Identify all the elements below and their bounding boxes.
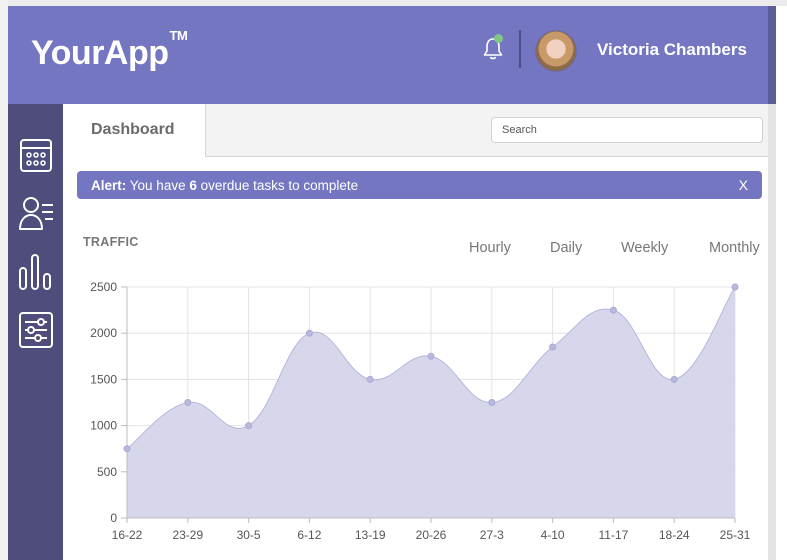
header-divider	[519, 30, 521, 68]
y-tick-label: 500	[97, 465, 117, 479]
y-tick-label: 1000	[90, 419, 117, 433]
y-tick-label: 2000	[90, 326, 117, 340]
period-daily[interactable]: Daily	[550, 240, 582, 256]
x-tick-label: 30-5	[237, 528, 261, 542]
window-frame-left	[0, 0, 8, 560]
x-tick-label: 16-22	[112, 528, 143, 542]
period-hourly[interactable]: Hourly	[469, 240, 511, 256]
alert-banner: Alert: You have 6 overdue tasks to compl…	[77, 171, 762, 199]
logo-text: YourApp	[31, 34, 169, 72]
x-tick-label: 20-26	[416, 528, 447, 542]
data-point	[670, 375, 678, 383]
data-point	[427, 352, 435, 360]
data-point	[731, 283, 739, 291]
alert-message: Alert: You have 6 overdue tasks to compl…	[91, 178, 358, 193]
sidebar	[8, 104, 63, 560]
x-tick-label: 6-12	[297, 528, 321, 542]
x-tick-label: 13-19	[355, 528, 386, 542]
x-tick-label: 11-17	[598, 528, 628, 542]
alert-text-before: You have	[126, 178, 190, 193]
data-point	[305, 329, 313, 337]
users-list-icon[interactable]	[18, 193, 54, 233]
alert-label: Alert:	[91, 178, 127, 193]
data-point	[245, 422, 253, 430]
x-tick-label: 18-24	[659, 528, 690, 542]
tab-dashboard[interactable]: Dashboard	[63, 104, 206, 157]
calendar-icon[interactable]	[18, 136, 54, 176]
x-tick-label: 4-10	[541, 528, 565, 542]
tab-label: Dashboard	[91, 121, 175, 138]
x-tick-label: 27-3	[480, 528, 504, 542]
y-tick-label: 0	[110, 511, 117, 525]
period-weekly[interactable]: Weekly	[621, 240, 668, 256]
bar-chart-icon[interactable]	[18, 252, 54, 292]
search-input[interactable]	[491, 117, 763, 143]
alert-text-after: overdue tasks to complete	[196, 178, 359, 193]
data-point	[549, 343, 557, 351]
x-tick-label: 23-29	[172, 528, 203, 542]
data-point	[366, 375, 374, 383]
data-point	[184, 399, 192, 406]
y-tick-label: 2500	[90, 280, 117, 294]
y-tick-label: 1500	[90, 372, 117, 386]
alert-count: 6	[189, 178, 197, 193]
sliders-icon[interactable]	[18, 310, 54, 350]
scrollbar-thumb[interactable]	[768, 6, 776, 104]
traffic-chart: 0 500 1000 1500 2000 2500 16-22 23-29 30-5 6-12 13…	[90, 280, 751, 542]
alert-close-button[interactable]: X	[739, 177, 748, 193]
user-name[interactable]: Victoria Chambers	[597, 40, 747, 60]
x-tick-label: 25-31	[720, 528, 751, 542]
trademark-mark: TM	[169, 28, 188, 43]
traffic-title: TRAFFIC	[83, 235, 139, 249]
data-point	[488, 399, 496, 406]
app-logo[interactable]: YourAppTM	[31, 28, 188, 73]
notification-dot	[494, 34, 503, 43]
data-point	[123, 445, 131, 453]
avatar[interactable]	[535, 30, 577, 72]
data-point	[609, 306, 617, 314]
period-monthly[interactable]: Monthly	[709, 240, 760, 256]
